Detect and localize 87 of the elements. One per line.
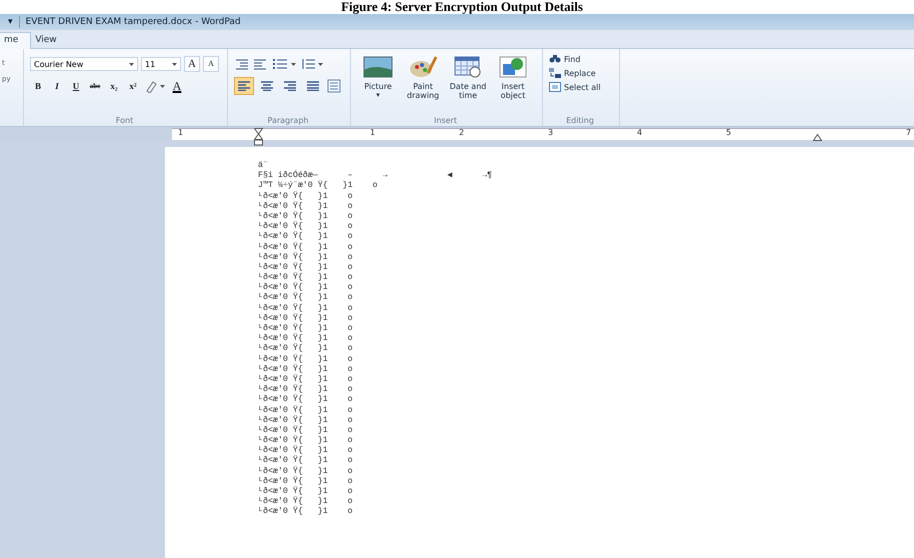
find-button[interactable]: Find bbox=[549, 53, 611, 65]
object-button[interactable]: Insert object bbox=[492, 53, 534, 116]
grow-font-button[interactable]: A bbox=[184, 56, 200, 72]
font-style-button[interactable]: U bbox=[68, 78, 84, 94]
document-line: ᴸð<æ'0 Ÿ{ }1 o bbox=[258, 314, 354, 323]
ruler-number: 2 bbox=[459, 128, 464, 137]
palette-icon bbox=[408, 55, 438, 79]
document-line: ᴸð<æ'0 Ÿ{ }1 o bbox=[258, 273, 354, 282]
font-style-button[interactable]: x² bbox=[125, 78, 141, 94]
paragraph-icon[interactable] bbox=[326, 79, 342, 93]
ruler-number: 5 bbox=[726, 128, 732, 137]
document-line: ᴸð<æ'0 Ÿ{ }1 o bbox=[258, 283, 354, 292]
ribbon-tab[interactable]: View bbox=[31, 33, 69, 48]
font-style-button[interactable]: I bbox=[49, 78, 65, 94]
document-line: ᴸð<æ'0 Ÿ{ }1 o bbox=[258, 293, 354, 303]
document-line: ᴸð<æ'0 Ÿ{ }1 o bbox=[258, 497, 354, 506]
document-line: ᴸð<æ'0 Ÿ{ }1 o bbox=[258, 466, 354, 476]
document-line: ᴸð<æ'0 Ÿ{ }1 o bbox=[258, 304, 354, 313]
document-line: ᴸð<æ'0 Ÿ{ }1 o bbox=[258, 436, 354, 446]
document-line: ᴸð<æ'0 Ÿ{ }1 o bbox=[258, 385, 354, 394]
document-line: ᴸð<æ'0 Ÿ{ }1 o bbox=[258, 426, 354, 435]
document-line: ᴸð<æ'0 Ÿ{ }1 o bbox=[258, 262, 354, 272]
document-line: F§i iðcÓéðæ— – → ◀ →¶ bbox=[258, 171, 494, 180]
document-line: ᴸð<æ'0 Ÿ{ }1 o bbox=[258, 334, 354, 344]
text-align-icon bbox=[261, 81, 273, 91]
document-line: ᴸð<æ'0 Ÿ{ }1 o bbox=[258, 344, 354, 354]
document-line: ᴸð<æ'0 Ÿ{ }1 o bbox=[258, 476, 354, 486]
document-line: ᴸð<æ'0 Ÿ{ }1 o bbox=[258, 456, 354, 466]
dropdown-icon bbox=[172, 62, 177, 66]
highlighter-icon[interactable] bbox=[144, 79, 166, 93]
document-line: ᴸð<æ'0 Ÿ{ }1 o bbox=[258, 212, 354, 221]
calendar-icon bbox=[453, 55, 483, 79]
text-align-icon bbox=[284, 81, 296, 91]
paint-button[interactable]: Paint drawing bbox=[402, 53, 444, 116]
ruler-number: 3 bbox=[548, 128, 554, 137]
font-style-button[interactable]: x₂ bbox=[106, 78, 122, 94]
text-align-icon bbox=[307, 81, 319, 91]
document-line: ᴸð<æ'0 Ÿ{ }1 o bbox=[258, 202, 354, 211]
ruler-number: 1 bbox=[370, 128, 376, 137]
datetime-button[interactable]: Date and time bbox=[447, 53, 489, 116]
document-line: ᴸð<æ'0 Ÿ{ }1 o bbox=[258, 406, 354, 415]
document-line: ᴸð<æ'0 Ÿ{ }1 o bbox=[258, 324, 354, 333]
group-label: Font bbox=[114, 116, 134, 125]
document-line: ᴸð<æ'0 Ÿ{ }1 o bbox=[258, 395, 354, 405]
font-style-button[interactable]: B bbox=[30, 78, 46, 94]
ribbon-tab[interactable]: me bbox=[0, 32, 32, 49]
document-line: ᴸð<æ'0 Ÿ{ }1 o bbox=[258, 364, 354, 374]
figure-caption: Figure 4: Server Encryption Output Details bbox=[341, 0, 583, 14]
document-line: ᴸð<æ'0 Ÿ{ }1 o bbox=[258, 354, 354, 364]
document-line: ᴸð<æ'0 Ÿ{ }1 o bbox=[258, 507, 354, 518]
quick-access-menu[interactable]: ▾ bbox=[0, 17, 19, 27]
document-line: ᴸð<æ'0 Ÿ{ }1 o bbox=[258, 252, 354, 262]
document-line: ᴸð<æ'0 Ÿ{ }1 o bbox=[258, 232, 354, 242]
indent-marker-icon[interactable] bbox=[254, 128, 263, 146]
dropdown-icon bbox=[129, 62, 134, 66]
font-size-field[interactable]: 11 bbox=[141, 57, 181, 71]
indent-icon[interactable] bbox=[234, 57, 268, 71]
document-line: ᴸð<æ'0 Ÿ{ }1 o bbox=[258, 192, 354, 201]
binoculars-icon bbox=[549, 54, 561, 64]
document-line: ᴸð<æ'0 Ÿ{ }1 o bbox=[258, 446, 354, 456]
document-line: J™T ¼÷ý¨æ'0 Ÿ{ }1 o bbox=[258, 181, 378, 191]
select-button[interactable]: Select all bbox=[549, 81, 611, 93]
shrink-font-button[interactable]: A bbox=[203, 56, 219, 72]
ruler-number: 4 bbox=[637, 128, 642, 137]
select-all-icon bbox=[549, 82, 561, 92]
ruler-number: 1 bbox=[178, 128, 184, 137]
window-title: EVENT DRIVEN EXAM tampered.docx - WordPad bbox=[26, 17, 241, 27]
align-left-button[interactable] bbox=[234, 77, 254, 95]
document-line: ᴸð<æ'0 Ÿ{ }1 o bbox=[258, 242, 354, 252]
replace-button[interactable]: Replace bbox=[549, 67, 611, 79]
group-label: Paragraph bbox=[266, 116, 310, 125]
line-spacing-icon[interactable] bbox=[300, 57, 324, 71]
replace-icon bbox=[549, 68, 561, 78]
ruler-number: 7 bbox=[906, 128, 912, 137]
group-label: Editing bbox=[565, 116, 595, 125]
document-line: ᴸð<æ'0 Ÿ{ }1 o bbox=[258, 487, 354, 496]
document-line: ᴸð<æ'0 Ÿ{ }1 o bbox=[258, 374, 354, 384]
text-align-icon bbox=[238, 81, 250, 91]
font-name-field[interactable]: Courier New bbox=[30, 57, 138, 71]
font-color-button[interactable]: A bbox=[169, 78, 185, 94]
landscape-icon bbox=[363, 55, 393, 79]
document-line: ä¨ bbox=[258, 161, 269, 171]
shapes-icon bbox=[498, 55, 528, 79]
document-line: ᴸð<æ'0 Ÿ{ }1 o bbox=[258, 222, 354, 232]
document-line: ᴸð<æ'0 Ÿ{ }1 o bbox=[258, 416, 354, 425]
group-label: Insert bbox=[433, 116, 458, 125]
bullet-list-icon[interactable] bbox=[271, 57, 297, 71]
